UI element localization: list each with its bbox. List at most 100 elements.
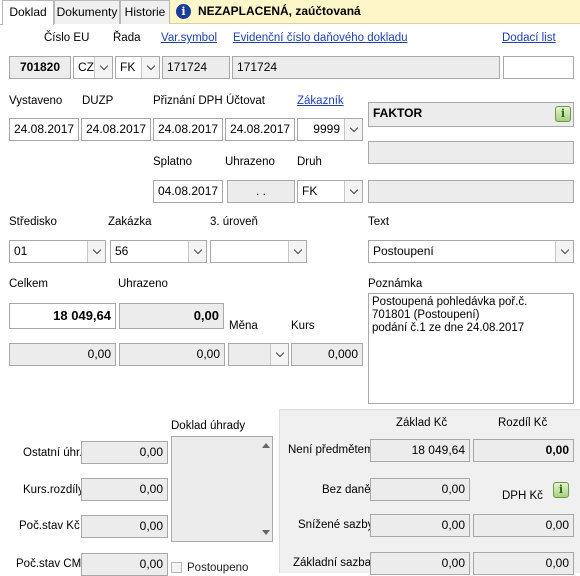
dph-rozdil-field: 0,00 [473, 439, 574, 462]
dph-dph-field: 0,00 [473, 514, 574, 537]
kurs-label: Kurs [291, 320, 315, 332]
text-combo[interactable]: Postoupení [368, 240, 574, 263]
text-value: Postoupení [373, 244, 434, 258]
druh-label: Druh [297, 156, 322, 168]
priznani-dph-field[interactable]: 24.08.2017 [153, 118, 223, 141]
uctovat-field[interactable]: 24.08.2017 [225, 118, 295, 141]
poc-stav-cm-label: Poč.stav CM [16, 558, 82, 570]
stredisko-combo[interactable]: 01 [9, 240, 106, 263]
dph-row-label: Snížené sazby [298, 519, 374, 531]
scroll-up-icon[interactable] [262, 443, 270, 448]
uhrazeno-date-label: Uhrazeno [225, 156, 275, 168]
postoupeno-checkbox[interactable] [171, 562, 182, 573]
zakaznik-code: 9999 [313, 122, 340, 136]
text-label: Text [368, 216, 390, 228]
chevron-down-icon[interactable] [87, 241, 105, 262]
chevron-down-icon[interactable] [270, 344, 288, 365]
var-symbol-field[interactable]: 171724 [162, 56, 230, 79]
scrollbar[interactable] [258, 437, 272, 541]
value-field-1: 0,00 [9, 343, 116, 366]
poznamka-line: Postoupená pohledávka poř.č. [372, 296, 528, 308]
dph-zaklad-field: 0,00 [370, 478, 470, 501]
dph-kc-label: DPH Kč [502, 490, 543, 502]
var-symbol-link[interactable]: Var.symbol [161, 32, 217, 44]
info-icon: i [176, 4, 191, 19]
dodaci-list-link[interactable]: Dodací list [502, 32, 556, 44]
kurs-rozdily-label: Kurs.rozdíly [23, 484, 84, 496]
zaklad-kc-header: Základ Kč [396, 417, 448, 429]
dph-dph-field: 0,00 [473, 552, 574, 575]
zakaznik-combo[interactable]: 9999 [297, 118, 363, 141]
uhrazeno-value: 0,00 [119, 303, 224, 329]
scroll-down-icon[interactable] [262, 530, 270, 535]
dph-row-label: Není předmětem [288, 444, 374, 456]
status-text: NEZAPLACENÁ, zaúčtovaná [198, 4, 361, 18]
dph-info-icon[interactable]: i [553, 482, 569, 498]
poznamka-line: 701801 (Postoupení) [372, 309, 480, 321]
celkem-value: 18 049,64 [9, 303, 116, 329]
poc-stav-kc-field: 0,00 [81, 515, 168, 538]
druh-value: FK [302, 184, 318, 198]
splatno-label: Splatno [153, 156, 193, 168]
dodaci-list-field[interactable] [503, 56, 574, 79]
dph-row-label: Základní sazba [293, 557, 371, 569]
chevron-down-icon[interactable] [555, 241, 573, 262]
dph-zaklad-field: 0,00 [370, 514, 470, 537]
poc-stav-kc-label: Poč.stav Kč [19, 520, 80, 532]
priznani-dph-label: Přiznání DPH [153, 95, 223, 107]
stredisko-label: Středisko [9, 216, 57, 228]
value-field-2: 0,00 [119, 343, 225, 366]
poznamka-line: podání č.1 ze dne 24.08.2017 [372, 322, 525, 334]
country-value: CZ [78, 60, 94, 74]
ostatni-uhr-label: Ostatní úhr. [23, 447, 83, 459]
mena-label: Měna [229, 320, 258, 332]
evidencni-cislo-field[interactable]: 171724 [232, 56, 500, 79]
mena-combo[interactable] [228, 343, 289, 366]
customer-info-icon[interactable]: i [555, 106, 571, 122]
chevron-down-icon[interactable] [344, 119, 362, 140]
zakazka-combo[interactable]: 56 [110, 240, 207, 263]
customer-line3 [368, 180, 574, 203]
chevron-down-icon[interactable] [344, 181, 362, 202]
ostatni-uhr-field: 0,00 [81, 441, 168, 464]
uroven-label: 3. úroveň [210, 216, 258, 228]
postoupeno-label: Postoupeno [187, 562, 249, 574]
rada-combo[interactable]: FK [115, 56, 160, 79]
uctovat-label: Účtovat [226, 95, 265, 107]
customer-line2 [368, 141, 574, 164]
rada-value: FK [120, 60, 136, 74]
vystaveno-label: Vystaveno [9, 95, 63, 107]
uhrazeno-date-field: . . [227, 180, 295, 203]
doklad-uhrady-list[interactable] [171, 436, 273, 542]
rozdil-kc-header: Rozdíl Kč [498, 417, 548, 429]
tab-doklad[interactable]: Doklad [2, 0, 54, 25]
poznamka-textarea[interactable]: Postoupená pohledávka poř.č. 701801 (Pos… [368, 293, 574, 404]
poznamka-label: Poznámka [368, 278, 423, 290]
chevron-down-icon[interactable] [94, 57, 112, 78]
zakazka-value: 56 [115, 244, 129, 258]
splatno-field[interactable]: 04.08.2017 [153, 180, 223, 203]
tab-historie[interactable]: Historie [120, 0, 170, 24]
kurs-field[interactable]: 0,000 [291, 343, 363, 366]
rada-label: Řada [113, 32, 141, 44]
stredisko-value: 01 [14, 244, 28, 258]
country-combo[interactable]: CZ [73, 56, 113, 79]
dph-row-label: Bez daně [322, 484, 371, 496]
druh-combo[interactable]: FK [297, 180, 363, 203]
tab-dokumenty[interactable]: Dokumenty [54, 0, 120, 24]
tab-strip-line [0, 24, 2, 25]
zakaznik-link[interactable]: Zákazník [297, 95, 344, 107]
uroven-combo[interactable] [210, 240, 307, 263]
dph-zaklad-field: 0,00 [370, 552, 470, 575]
chevron-down-icon[interactable] [188, 241, 206, 262]
duzp-field[interactable]: 24.08.2017 [81, 118, 151, 141]
duzp-label: DUZP [82, 95, 114, 107]
cislo-eu-label: Číslo EU [44, 32, 90, 44]
evidencni-cislo-link[interactable]: Evidenční číslo daňového dokladu [233, 32, 408, 44]
chevron-down-icon[interactable] [288, 241, 306, 262]
chevron-down-icon[interactable] [141, 57, 159, 78]
cislo-field[interactable]: 701820 [9, 56, 71, 79]
vystaveno-field[interactable]: 24.08.2017 [9, 118, 79, 141]
status-bar: i NEZAPLACENÁ, zaúčtovaná [170, 0, 580, 24]
kurs-rozdily-field: 0,00 [81, 478, 168, 501]
